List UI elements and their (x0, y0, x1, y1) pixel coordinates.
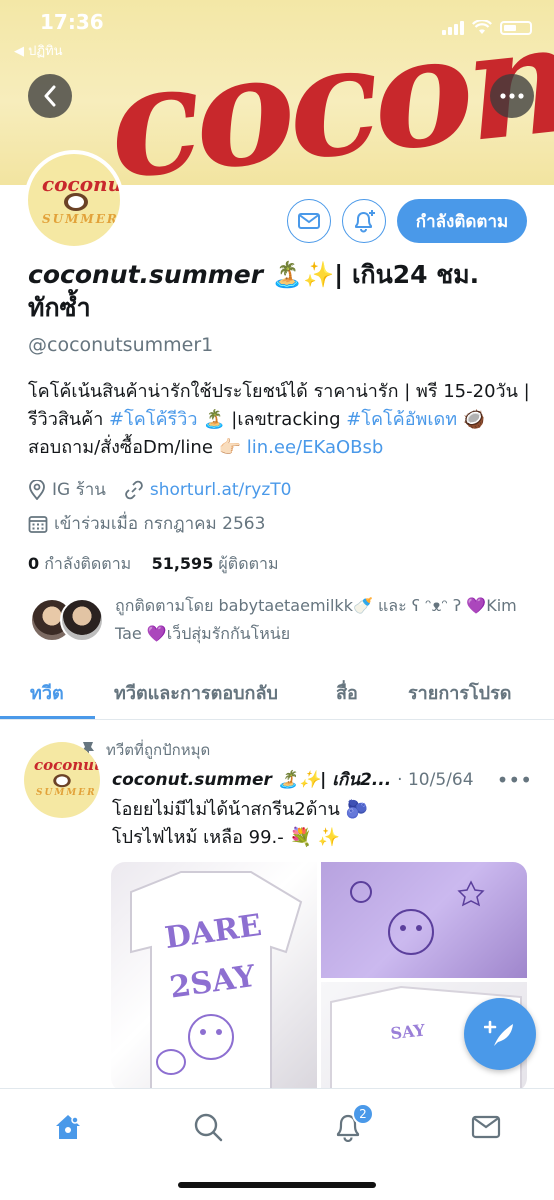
followers-count-link[interactable]: 51,595 ผู้ติดตาม (152, 554, 279, 573)
profile-website-link[interactable]: shorturl.at/ryzT0 (150, 480, 292, 500)
notification-count-badge: 2 (352, 1103, 374, 1125)
tweet-photo[interactable]: DARE 2SAY (111, 862, 317, 1092)
nav-notifications[interactable]: 2 (328, 1103, 374, 1147)
profile-name-line2: ทักซ้ำ (28, 293, 91, 322)
tweet-media-grid[interactable]: DARE 2SAY SAY (111, 862, 527, 1092)
feather-plus-icon (484, 1020, 513, 1046)
status-time: 17:36 (40, 10, 104, 34)
home-icon (56, 1115, 80, 1139)
wifi-icon (472, 20, 492, 34)
home-indicator[interactable] (178, 1182, 376, 1188)
profile-joined-row: เข้าร่วมเมื่อ กรกฎาคม 2563 (28, 510, 265, 537)
signal-icon (442, 20, 464, 35)
profile-name-suffix: | เกิน24 ชม. (334, 260, 480, 289)
chevron-left-icon (44, 85, 56, 107)
line-url-link[interactable]: lin.ee/EKaOBsb (247, 437, 384, 458)
status-bar: 17:36 ◀ ปฏิทิน (0, 0, 554, 60)
notify-button[interactable] (342, 199, 386, 243)
tweet-text-line: โอยยไม่มีไม่ได้น้าสกรีน2ด้าน 🫐 (112, 799, 368, 820)
tab-media[interactable]: สื่อ (336, 678, 358, 707)
nav-messages[interactable] (466, 1107, 506, 1147)
tab-likes[interactable]: รายการโปรด (408, 678, 511, 707)
tweet-header: coconut.summer 🏝️✨| เกิน2... · 10/5/64 •… (112, 766, 532, 793)
profile-joined-date: เข้าร่วมเมื่อ กรกฎาคม 2563 (54, 514, 266, 534)
profile-handle: @coconutsummer1 (28, 334, 214, 356)
coconut-icon (53, 774, 71, 788)
tweet-author-name[interactable]: coconut.summer 🏝️✨| เกิน2... (112, 766, 391, 793)
tweet-photo[interactable] (321, 862, 527, 978)
back-button[interactable] (28, 74, 72, 118)
tweet-author-avatar[interactable]: coconut SUMMER (24, 742, 100, 818)
island-emoji: 🏝️ (271, 260, 303, 289)
tshirt-photo-art (350, 880, 485, 955)
tab-tweets-replies[interactable]: ทวีตและการตอบกลับ (114, 678, 278, 707)
followed-by-avatars[interactable] (30, 598, 104, 642)
search-icon (194, 1113, 223, 1142)
profile-location-row: IG ร้าน shorturl.at/ryzT0 (28, 476, 291, 503)
tab-tweets[interactable]: ทวีต (30, 678, 64, 707)
link-icon (125, 480, 143, 499)
follow-counts: 0 กำลังติดตาม 51,595 ผู้ติดตาม (28, 552, 279, 577)
svg-text:SAY: SAY (390, 1020, 427, 1043)
envelope-icon (298, 213, 320, 229)
battery-icon (500, 20, 532, 35)
back-to-app-link[interactable]: ◀ ปฏิทิน (14, 40, 63, 61)
bell-plus-icon (355, 210, 375, 233)
message-button[interactable] (287, 199, 331, 243)
hashtag-review-link[interactable]: #โคโค้รีวิว (109, 409, 197, 430)
tshirt-photo-art: DARE 2SAY (130, 871, 303, 1092)
profile-bio: โคโค้เน้นสินค้าน่ารักใช้ประโยชน์ได้ ราคา… (28, 378, 532, 462)
profile-location: IG ร้าน (52, 480, 106, 500)
avatar-logo-subword: SUMMER (42, 212, 119, 226)
more-dots-icon (500, 93, 524, 99)
tweet-date[interactable]: · 10/5/64 (397, 770, 473, 790)
tweet-avatar-logo-subword: SUMMER (36, 788, 97, 798)
following-count-link[interactable]: 0 กำลังติดตาม (28, 554, 131, 573)
compose-tweet-button[interactable] (464, 998, 536, 1070)
tweet-more-icon[interactable]: ••• (497, 768, 532, 792)
profile-display-name: coconut.summer 🏝️✨| เกิน24 ชม. ทักซ้ำ (28, 258, 528, 324)
tweet-text-line: โปรไฟไหม้ เหลือ 99.- 💐 ✨ (112, 827, 341, 848)
coconut-icon (64, 193, 88, 211)
nav-search[interactable] (188, 1107, 228, 1147)
profile-tabs: ทวีต ทวีตและการตอบกลับ สื่อ รายการโปรด (0, 664, 554, 720)
profile-avatar[interactable]: coconut SUMMER (24, 150, 124, 250)
active-tab-indicator (0, 716, 95, 719)
hashtag-update-link[interactable]: #โคโค้อัพเดท (346, 409, 457, 430)
sparkle-emoji: ✨ (302, 260, 335, 289)
nav-home[interactable] (48, 1107, 88, 1147)
following-button[interactable]: กำลังติดตาม (397, 199, 527, 243)
location-pin-icon (29, 479, 45, 500)
more-options-button[interactable] (490, 74, 534, 118)
profile-name-main: coconut.summer (28, 260, 264, 289)
followed-by-text[interactable]: ถูกติดตามโดย babytaetaemilkk🍼 และ ʕ ᵔᴥᵔ … (115, 592, 525, 648)
tweet-body: โอยยไม่มีไม่ได้น้าสกรีน2ด้าน 🫐 โปรไฟไหม้… (112, 796, 532, 852)
pinned-label-text: ทวีตที่ถูกปักหมุด (106, 741, 211, 759)
bio-text: 🏝️ |เลขtracking (197, 409, 347, 430)
status-icons (442, 20, 532, 35)
follower-avatar (60, 598, 104, 642)
envelope-icon (471, 1115, 501, 1139)
calendar-icon (28, 515, 48, 533)
